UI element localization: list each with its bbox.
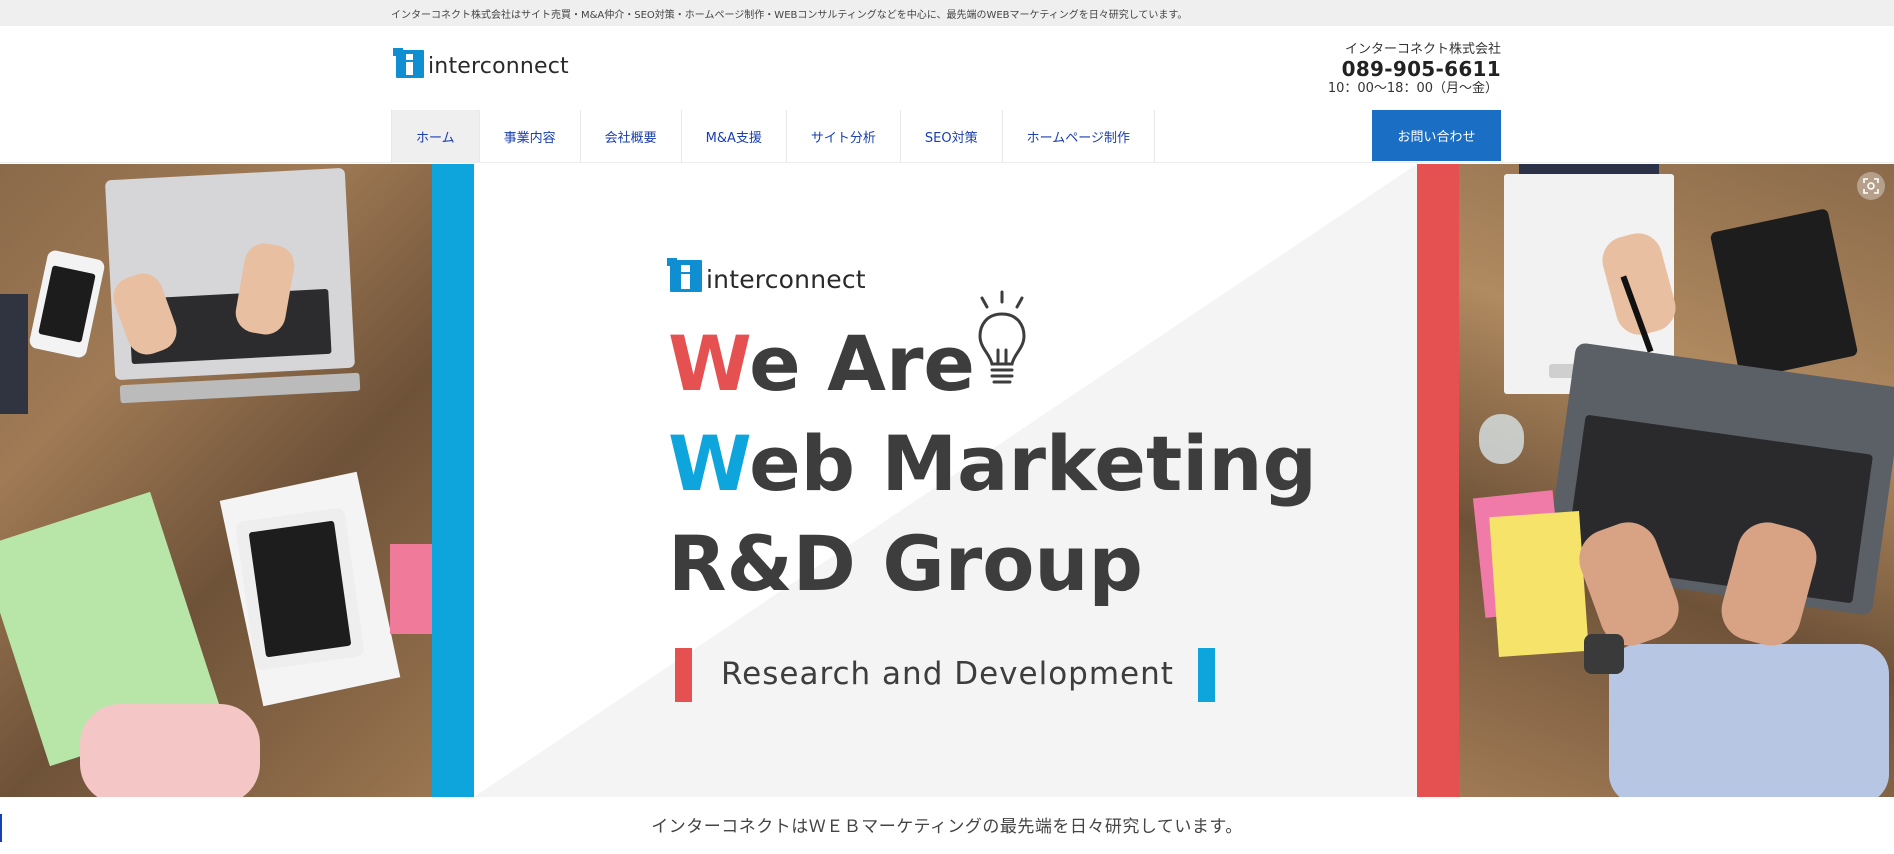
- top-info-bar: インターコネクト株式会社はサイト売買・M&A仲介・SEO対策・ホームページ制作・…: [0, 0, 1894, 26]
- hero-line2-accent: W: [668, 419, 750, 508]
- visual-search-glyph: [1863, 178, 1879, 194]
- nav-items: ホーム 事業内容 会社概要 M&A支援 サイト分析 SEO対策 ホームページ制作: [391, 110, 1155, 163]
- visual-search-icon[interactable]: [1857, 172, 1885, 200]
- lightbulb-icon: [978, 290, 1026, 384]
- nav-item-web-production[interactable]: ホームページ制作: [1003, 110, 1155, 163]
- hero-logo-text: interconnect: [706, 265, 866, 294]
- hero-logo-mark-icon: [667, 258, 702, 292]
- nav-item-seo[interactable]: SEO対策: [901, 110, 1003, 163]
- hero-banner: interconnect We Are Web Marketing R&D Gr…: [0, 164, 1894, 797]
- hero-line1-accent: W: [668, 319, 750, 408]
- hero-headline-line3: R&D Group: [668, 519, 1143, 608]
- nav-item-company[interactable]: 会社概要: [581, 110, 682, 163]
- site-header: interconnect インターコネクト株式会社 089-905-6611 1…: [0, 26, 1894, 110]
- hero-line2-rest: eb Marketing: [749, 419, 1317, 508]
- page-tagline: インターコネクトはＷＥＢマーケティングの最先端を日々研究しています。: [651, 817, 1243, 837]
- subtitle-bar-red: [675, 648, 692, 702]
- hero-logo: interconnect: [667, 258, 866, 294]
- company-name: インターコネクト株式会社: [1344, 42, 1501, 57]
- nav-item-site-analysis[interactable]: サイト分析: [787, 110, 901, 163]
- logo-text: interconnect: [428, 54, 569, 79]
- hero-stripe-red: [1417, 164, 1459, 797]
- hero-photo-left: [0, 164, 432, 797]
- nav-item-home[interactable]: ホーム: [391, 110, 480, 163]
- contact-info: インターコネクト株式会社 089-905-6611 10：00〜18：00（月〜…: [1328, 41, 1501, 97]
- hero-subtitle: Research and Development: [721, 656, 1174, 692]
- hero-headline-line1: We Are: [668, 326, 975, 402]
- site-logo[interactable]: interconnect: [393, 48, 569, 79]
- main-nav: ホーム 事業内容 会社概要 M&A支援 サイト分析 SEO対策 ホームページ制作…: [0, 110, 1894, 163]
- nav-item-services[interactable]: 事業内容: [480, 110, 581, 163]
- hero-headline-line2: Web Marketing: [668, 426, 1317, 502]
- logo-mark-icon: [393, 48, 424, 78]
- hero-stripe-blue: [432, 164, 474, 797]
- hero-line1-rest: e Are: [749, 319, 975, 408]
- contact-button[interactable]: お問い合わせ: [1372, 110, 1501, 161]
- hero-photo-right: [1459, 164, 1894, 797]
- top-info-text: インターコネクト株式会社はサイト売買・M&A仲介・SEO対策・ホームページ制作・…: [391, 10, 1188, 21]
- nav-item-ma-support[interactable]: M&A支援: [682, 110, 787, 163]
- subtitle-bar-blue: [1198, 648, 1215, 702]
- phone-number[interactable]: 089-905-6611: [1328, 58, 1501, 80]
- business-hours: 10：00〜18：00（月〜金）: [1327, 81, 1498, 96]
